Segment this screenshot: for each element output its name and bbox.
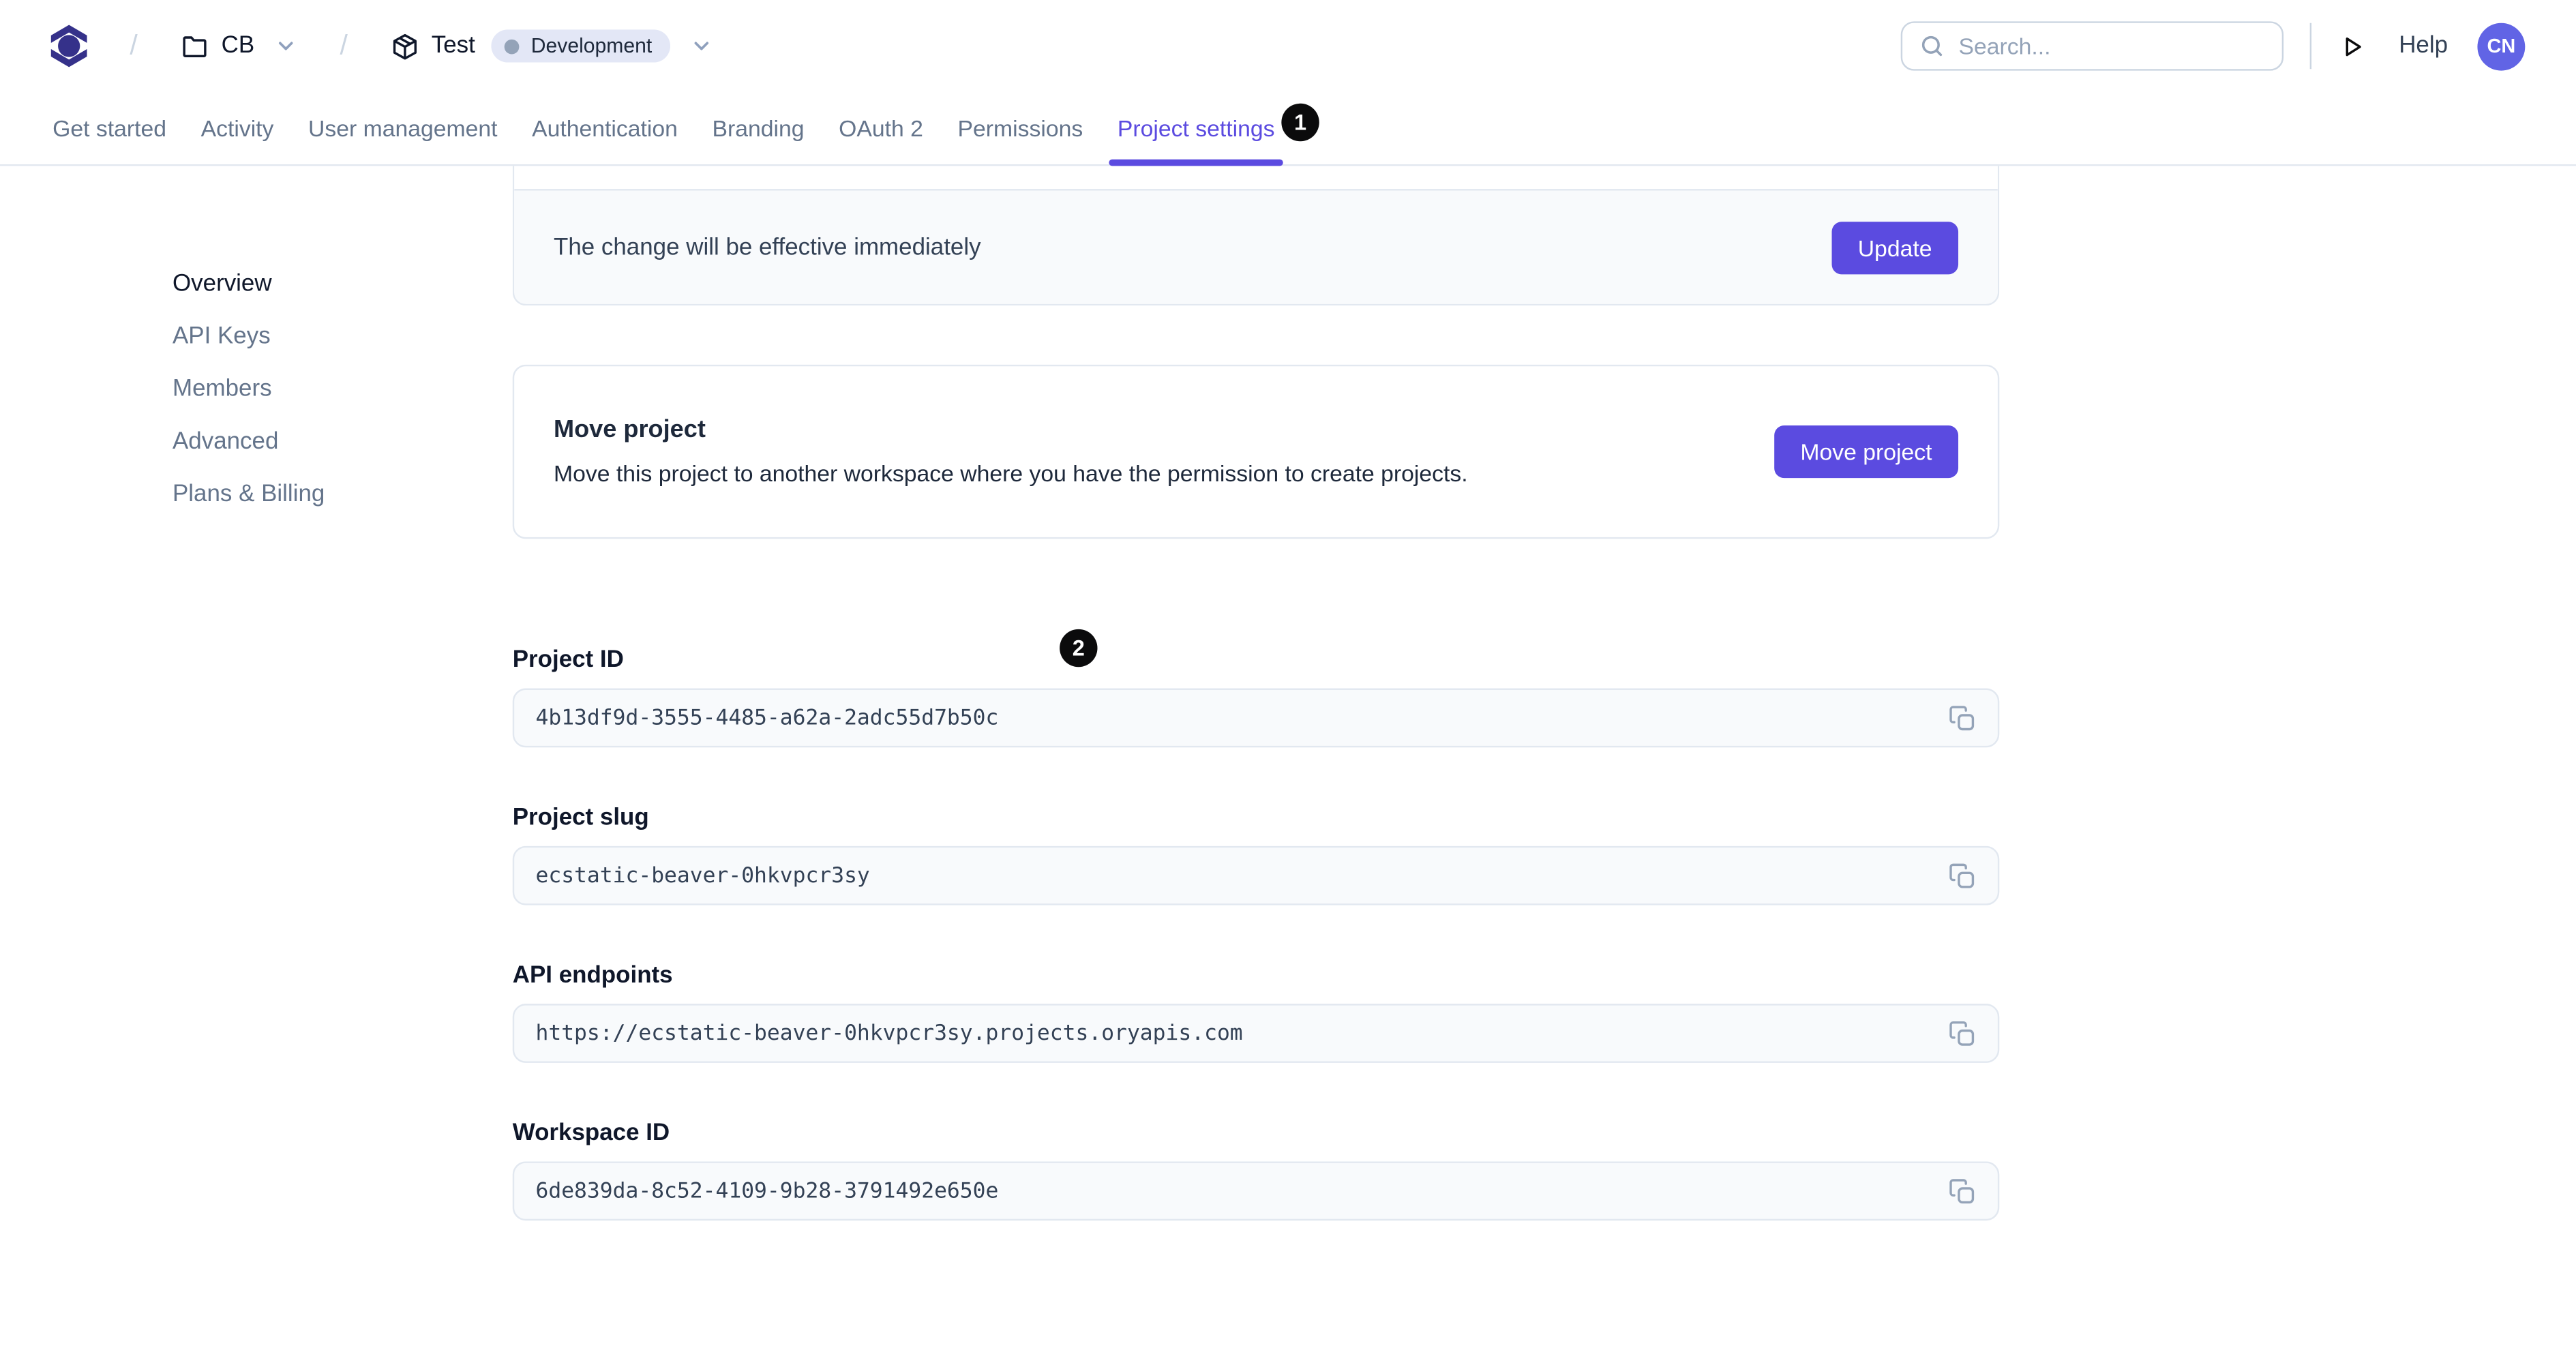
tab-project-settings[interactable]: Project settings (1109, 91, 1283, 166)
search-icon (1922, 35, 1943, 57)
project-slug-field: ecstatic-beaver-0hkvpcr3sy (512, 845, 2000, 905)
move-project-button[interactable]: Move project (1773, 425, 1959, 479)
header-actions: Help CN (1901, 21, 2526, 71)
tab-authentication[interactable]: Authentication (530, 91, 680, 165)
sidebar-item-plans-billing[interactable]: Plans & Billing (173, 483, 513, 507)
top-header: / CB / Test Development Search... Help C… (0, 0, 2576, 92)
workspace-id-label: Workspace ID (512, 1120, 670, 1147)
search-box (1901, 21, 2284, 71)
breadcrumb-project[interactable]: Test Development (391, 29, 713, 63)
breadcrumb-separator: / (340, 29, 348, 61)
environment-dot-icon (505, 38, 520, 54)
copy-icon (1949, 1020, 1973, 1045)
update-button[interactable]: Update (1831, 221, 1959, 274)
tab-activity[interactable]: Activity (199, 91, 275, 165)
tab-get-started[interactable]: Get started (51, 91, 168, 165)
copy-button[interactable] (1945, 702, 1978, 734)
identifier-fields: Project ID 4b13df9d-3555-4485-a62a-2adc5… (512, 647, 2000, 1221)
annotation-marker-2: 2 (1060, 629, 1098, 668)
project-id-label: Project ID (512, 647, 624, 674)
package-icon (391, 32, 419, 60)
tab-permissions[interactable]: Permissions (956, 91, 1085, 165)
environment-label: Development (530, 34, 653, 58)
help-link[interactable]: Help (2399, 33, 2448, 59)
api-endpoints-group: API endpoints https://ecstatic-beaver-0h… (512, 962, 2000, 1063)
sidebar-item-api-keys[interactable]: API Keys (173, 325, 513, 349)
workspace-id-value: 6de839da-8c52-4109-9b28-3791492e650e (535, 1178, 999, 1203)
api-endpoints-value: https://ecstatic-beaver-0hkvpcr3sy.proje… (535, 1021, 1243, 1046)
project-id-group: Project ID 4b13df9d-3555-4485-a62a-2adc5… (512, 647, 2000, 748)
page-body: Overview API Keys Members Advanced Plans… (0, 166, 2576, 1280)
update-note: The change will be effective immediately (553, 234, 981, 260)
sidebar-item-overview[interactable]: Overview (173, 273, 513, 297)
update-card: The change will be effective immediately… (512, 166, 2000, 306)
project-id-value: 4b13df9d-3555-4485-a62a-2adc55d7b50c (535, 705, 999, 730)
update-card-body (514, 166, 1998, 191)
move-project-title: Move project (553, 415, 706, 444)
search-input[interactable] (1901, 21, 2284, 71)
folder-icon (180, 32, 208, 60)
project-name: Test (431, 33, 475, 59)
api-endpoints-label: API endpoints (512, 962, 673, 989)
update-card-footer: The change will be effective immediately… (514, 190, 1998, 304)
copy-icon (1949, 1178, 1973, 1203)
sidebar-item-advanced[interactable]: Advanced (173, 430, 513, 454)
tab-branding[interactable]: Branding (710, 91, 806, 165)
environment-badge: Development (491, 29, 670, 63)
settings-content: The change will be effective immediately… (512, 166, 2000, 1280)
header-divider (2310, 22, 2312, 70)
copy-button[interactable] (1945, 1017, 1978, 1049)
chevron-down-icon (683, 35, 713, 58)
project-slug-label: Project slug (512, 805, 649, 832)
breadcrumb-separator: / (130, 29, 138, 61)
copy-icon (1949, 705, 1973, 730)
avatar[interactable]: CN (2477, 22, 2526, 70)
settings-sidebar: Overview API Keys Members Advanced Plans… (0, 166, 513, 1280)
copy-icon (1949, 862, 1973, 888)
workspace-id-field: 6de839da-8c52-4109-9b28-3791492e650e (512, 1161, 2000, 1221)
api-endpoints-field: https://ecstatic-beaver-0hkvpcr3sy.proje… (512, 1004, 2000, 1063)
move-project-text: Move project Move this project to anothe… (554, 416, 1468, 488)
project-id-field: 4b13df9d-3555-4485-a62a-2adc55d7b50c (512, 688, 2000, 748)
move-project-description: Move this project to another workspace w… (553, 460, 1468, 487)
tab-user-management[interactable]: User management (307, 91, 499, 165)
copy-button[interactable] (1945, 859, 1978, 892)
project-slug-group: Project slug ecstatic-beaver-0hkvpcr3sy (512, 805, 2000, 905)
tab-oauth2[interactable]: OAuth 2 (837, 91, 925, 165)
project-slug-value: ecstatic-beaver-0hkvpcr3sy (535, 863, 870, 888)
breadcrumb-workspace[interactable]: CB (180, 32, 297, 60)
workspace-id-group: Workspace ID 6de839da-8c52-4109-9b28-379… (512, 1120, 2000, 1221)
annotation-marker-1: 1 (1281, 103, 1319, 142)
move-project-card: Move project Move this project to anothe… (512, 364, 2000, 539)
ory-logo-icon[interactable] (50, 23, 87, 69)
copy-button[interactable] (1945, 1175, 1978, 1208)
chevron-down-icon (267, 35, 297, 58)
play-icon[interactable] (2338, 32, 2366, 60)
app-viewport: / CB / Test Development Search... Help C… (0, 0, 2576, 1365)
workspace-name: CB (221, 33, 255, 59)
sidebar-item-members[interactable]: Members (173, 378, 513, 402)
